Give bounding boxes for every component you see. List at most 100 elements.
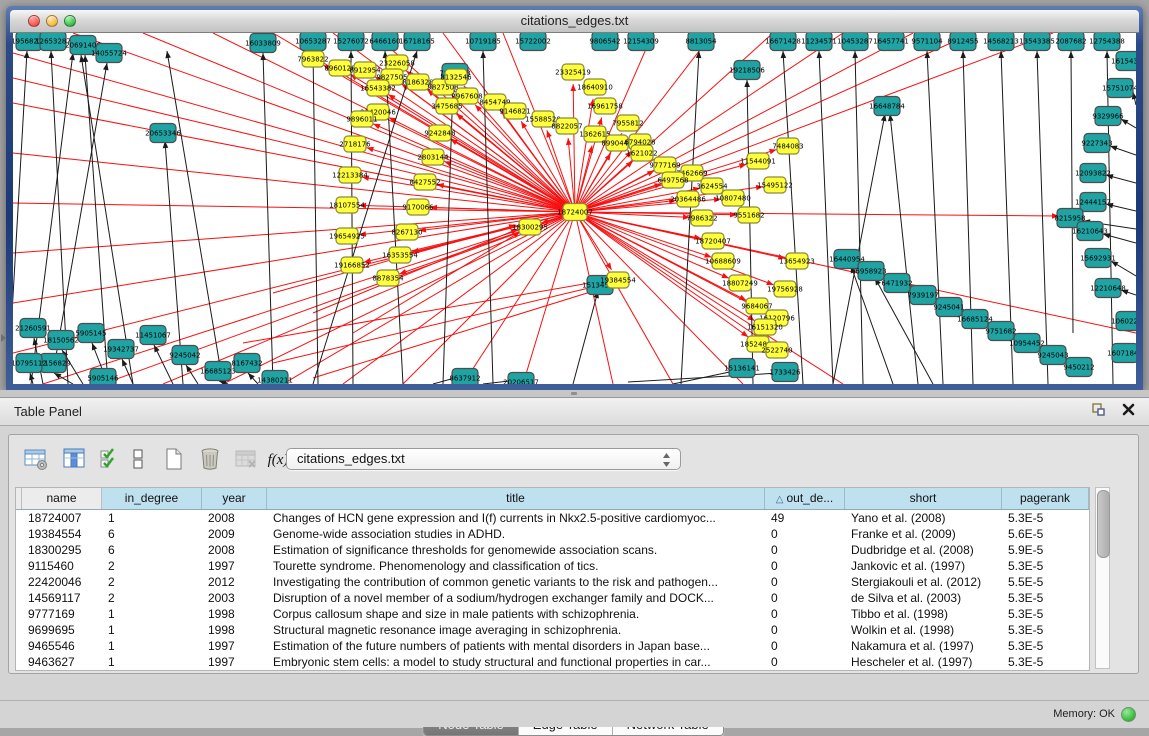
graph-node-label: 9245042 bbox=[169, 352, 200, 360]
column-header-in_degree[interactable]: in_degree bbox=[102, 488, 202, 509]
cell: 1998 bbox=[202, 622, 267, 638]
delete-table-icon bbox=[233, 460, 259, 475]
cell: 1 bbox=[102, 638, 202, 654]
column-header-pagerank[interactable]: pagerank bbox=[1002, 488, 1089, 509]
graph-edge bbox=[13, 203, 575, 212]
graph-edge bbox=[444, 161, 575, 212]
graph-node-label: 13654923 bbox=[779, 258, 815, 266]
graph-node-label: 1621022 bbox=[626, 150, 657, 158]
cell: 1997 bbox=[202, 558, 267, 574]
graph-node-label: 18150562 bbox=[43, 337, 79, 345]
cell: Hescheler et al. (1997) bbox=[845, 654, 1002, 670]
graph-node-label: 14380211 bbox=[257, 377, 293, 385]
arrowhead-icon bbox=[647, 171, 655, 177]
column-header-out_de...[interactable]: △out_de... bbox=[765, 488, 845, 509]
graph-node-label: 9571104 bbox=[911, 38, 943, 46]
graph-node-label: 18720407 bbox=[695, 238, 731, 246]
cell: Jankovic et al. (1997) bbox=[845, 558, 1002, 574]
graph-node-label: 10602215 bbox=[1111, 318, 1136, 326]
delete-table-button[interactable] bbox=[231, 445, 261, 475]
graph-node-label: 20364486 bbox=[670, 196, 706, 204]
graph-node-label: 16033809 bbox=[245, 40, 281, 48]
arrowhead-icon bbox=[49, 51, 55, 58]
graph-node-label: 16543382 bbox=[360, 85, 396, 93]
new-column-button[interactable] bbox=[159, 445, 189, 475]
graph-node-label: 10954452 bbox=[1009, 340, 1045, 348]
table-row[interactable]: 1938455462009Genome-wide association stu… bbox=[16, 526, 1089, 542]
select-columns-button[interactable] bbox=[59, 445, 89, 475]
close-panel-button[interactable] bbox=[1119, 402, 1137, 420]
column-header-title[interactable]: title bbox=[267, 488, 765, 509]
cell: 5.3E-5 bbox=[1002, 654, 1089, 670]
cell: 2012 bbox=[202, 574, 267, 590]
graph-node-label: 9751682 bbox=[985, 328, 1016, 336]
network-selector[interactable]: citations_edges.txt bbox=[286, 448, 681, 470]
graph-edge bbox=[313, 51, 318, 384]
table-row[interactable]: 911546021997Tourette syndrome. Phenomeno… bbox=[16, 558, 1089, 574]
column-header-short[interactable]: short bbox=[845, 488, 1002, 509]
graph-node-label: 9170066 bbox=[402, 204, 434, 212]
sort-ascending-icon: △ bbox=[776, 494, 784, 505]
graph-node-label: 12210648 bbox=[1090, 285, 1126, 293]
table-header-row: namein_degreeyeartitle△out_de...shortpag… bbox=[16, 488, 1089, 510]
cell: 9777169 bbox=[22, 606, 102, 622]
cell: 2 bbox=[102, 590, 202, 606]
table-row[interactable]: 2242004622012Investigating the contribut… bbox=[16, 574, 1089, 590]
cell: Franke et al. (2009) bbox=[845, 526, 1002, 542]
graph-edge bbox=[366, 148, 575, 212]
graph-node-label: 16685124 bbox=[957, 316, 993, 324]
cell: Nakamura et al. (1997) bbox=[845, 638, 1002, 654]
graph-node-label: 16457741 bbox=[873, 38, 909, 46]
table-settings-button[interactable] bbox=[21, 445, 51, 475]
scrollbar-thumb[interactable] bbox=[1097, 490, 1110, 558]
graph-node-label: 16154371 bbox=[1111, 58, 1136, 66]
node-table: namein_degreeyeartitle△out_de...shortpag… bbox=[15, 487, 1090, 671]
table-panel-header: Table Panel bbox=[0, 398, 1149, 426]
graph-node-label: 8427552 bbox=[409, 179, 440, 187]
graph-edge bbox=[890, 114, 918, 384]
select-all-rows-button[interactable] bbox=[95, 445, 125, 475]
graph-node-label: 9777169 bbox=[649, 162, 680, 170]
graph-node-label: 16210643 bbox=[1072, 228, 1108, 236]
citation-graph[interactable]: 1956823712653287206914061405572416033809… bbox=[13, 33, 1136, 384]
arrowhead-icon bbox=[1104, 51, 1110, 58]
network-selector-value: citations_edges.txt bbox=[297, 451, 405, 466]
cell: 5.3E-5 bbox=[1002, 558, 1089, 574]
cell: 18300295 bbox=[22, 542, 102, 558]
checklist-icon bbox=[97, 460, 123, 475]
table-row[interactable]: 977716911998Corpus callosum shape and si… bbox=[16, 606, 1089, 622]
graph-node-label: 16648784 bbox=[869, 103, 905, 111]
panel-splitter[interactable] bbox=[0, 390, 1149, 397]
graph-node-label: 7986322 bbox=[686, 215, 717, 223]
table-scrollbar[interactable] bbox=[1095, 487, 1110, 669]
graph-node-label: 16071842 bbox=[1107, 350, 1136, 358]
graph-edge bbox=[573, 291, 598, 384]
table-row[interactable]: 946362711997Embryonic stem cells: a mode… bbox=[16, 654, 1089, 670]
panel-collapse-arrow-icon[interactable] bbox=[1, 334, 6, 342]
cell: Changes of HCN gene expression and I(f) … bbox=[267, 510, 765, 526]
row-height-button[interactable] bbox=[127, 445, 149, 475]
table-body: 1872400712008Changes of HCN gene express… bbox=[16, 510, 1089, 670]
table-row[interactable]: 1830029562008Estimation of significance … bbox=[16, 542, 1089, 558]
cell: 0 bbox=[765, 526, 845, 542]
graph-node-label: 12444157 bbox=[1075, 199, 1111, 207]
network-canvas[interactable]: 1956823712653287206914061405572416033809… bbox=[13, 33, 1136, 384]
column-header-name[interactable]: name bbox=[22, 488, 102, 509]
cell: 5.3E-5 bbox=[1002, 510, 1089, 526]
graph-node-label: 6471932 bbox=[881, 280, 912, 288]
graph-node-label: 10807480 bbox=[715, 195, 751, 203]
graph-node-label: 20653346 bbox=[145, 130, 181, 138]
delete-column-button[interactable] bbox=[195, 445, 225, 475]
arrowhead-icon bbox=[33, 338, 38, 345]
graph-node-label: 16961758 bbox=[587, 103, 623, 111]
arrowhead-icon bbox=[547, 130, 552, 138]
window-titlebar[interactable]: citations_edges.txt bbox=[10, 10, 1139, 33]
table-row[interactable]: 1456911722003Disruption of a novel membe… bbox=[16, 590, 1089, 606]
float-panel-button[interactable] bbox=[1089, 402, 1107, 420]
table-row[interactable]: 946554611997Estimation of the future num… bbox=[16, 638, 1089, 654]
cell: 2003 bbox=[202, 590, 267, 606]
column-header-year[interactable]: year bbox=[202, 488, 267, 509]
table-row[interactable]: 1872400712008Changes of HCN gene express… bbox=[16, 510, 1089, 526]
cell: Estimation of the future numbers of pati… bbox=[267, 638, 765, 654]
table-row[interactable]: 969969511998Structural magnetic resonanc… bbox=[16, 622, 1089, 638]
